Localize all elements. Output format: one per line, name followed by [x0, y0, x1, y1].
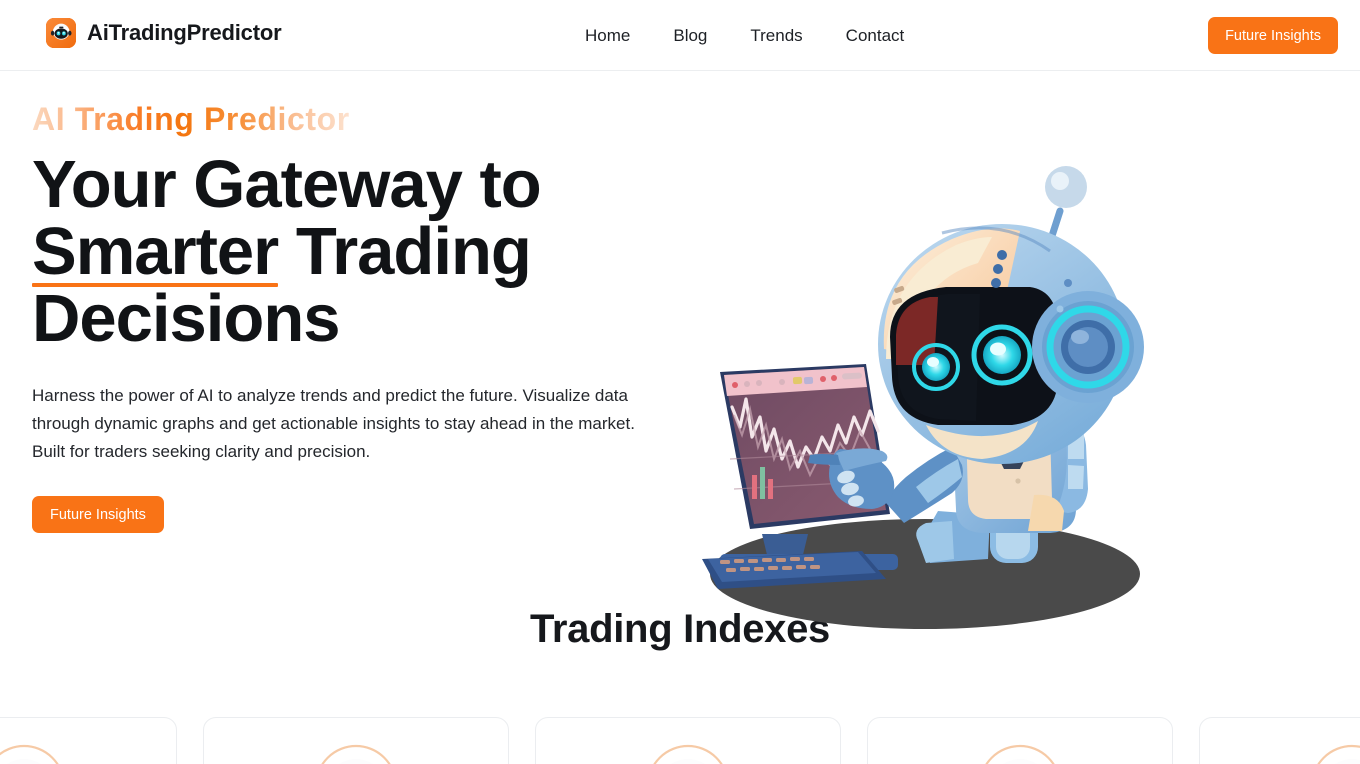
trading-indexes-carousel[interactable] [0, 717, 1360, 764]
nav-item-contact[interactable]: Contact [846, 27, 905, 44]
index-card[interactable] [867, 717, 1173, 764]
hero-section: AI Trading Predictor Your Gateway to Sma… [0, 71, 1360, 629]
carousel-track[interactable] [0, 717, 1360, 764]
robot-avatar-icon [968, 734, 1072, 764]
site-header: AiTradingPredictor Home Blog Trends Cont… [0, 0, 1360, 71]
hero-title-line-3: Decisions [32, 281, 341, 356]
robot-avatar-icon [304, 734, 408, 764]
brand-name: AiTradingPredictor [87, 20, 282, 45]
hero-future-insights-button[interactable]: Future Insights [32, 496, 164, 533]
hero-title-line-1: Your Gateway to [32, 147, 542, 222]
hero-title-line-2-rest: Trading [278, 214, 532, 289]
robot-trading-at-computer-illustration [690, 159, 1150, 629]
hero-title-underlined-word: Smarter [32, 214, 279, 289]
hero-copy: AI Trading Predictor Your Gateway to Sma… [32, 99, 692, 533]
index-card[interactable] [535, 717, 841, 764]
section-title-trading-indexes: Trading Indexes [529, 607, 831, 651]
page-title: Your Gateway to Smarter Trading Decision… [32, 151, 672, 352]
main-nav: Home Blog Trends Contact [585, 0, 904, 71]
index-card[interactable] [203, 717, 509, 764]
header-future-insights-button[interactable]: Future Insights [1208, 17, 1338, 54]
brand-logo-link[interactable]: AiTradingPredictor [46, 18, 282, 48]
nav-item-blog[interactable]: Blog [673, 27, 707, 44]
nav-item-home[interactable]: Home [585, 27, 630, 44]
nav-item-trends[interactable]: Trends [750, 27, 802, 44]
robot-avatar-icon [636, 734, 740, 764]
index-card[interactable] [1199, 717, 1360, 764]
hero-eyebrow: AI Trading Predictor [32, 101, 350, 137]
robot-avatar-icon [0, 734, 76, 764]
hero-paragraph: Harness the power of AI to analyze trend… [32, 386, 635, 461]
robot-logo-icon [46, 18, 76, 48]
index-card[interactable] [0, 717, 177, 764]
robot-avatar-icon [1300, 734, 1360, 764]
trading-indexes-section: Trading Indexes [0, 607, 1360, 764]
